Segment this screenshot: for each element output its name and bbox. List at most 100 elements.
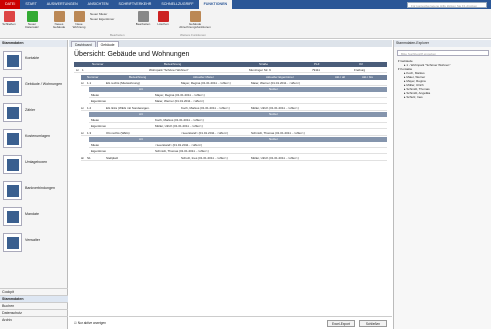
- billing-functions-label: Gebäude Abrechnungsfunktionen: [179, 22, 211, 30]
- col-nummer[interactable]: Nummer: [92, 62, 104, 67]
- unit-row[interactable]: ⊟ 1.2 EG links (WEG mit Sondereigen. Koc…: [81, 106, 387, 111]
- nav-item-mandate[interactable]: Mandate: [0, 204, 68, 230]
- col-nutzer[interactable]: Nutzer: [269, 137, 278, 142]
- nav-item-verwalter[interactable]: Verwalter: [0, 230, 68, 256]
- nested-row[interactable]: Eigentümer Schmidt, Thomas (01.01.2011 -…: [89, 149, 387, 154]
- nested-nutzer: Koch, Markus (01.01.2011 - <offen>): [155, 118, 204, 122]
- col-art[interactable]: Art: [139, 112, 143, 117]
- nav-item-bankverbindungen[interactable]: Bankverbindungen: [0, 178, 68, 204]
- unit-row[interactable]: ⊞ S1 Stellplatz Schulz, Ines (01.01.2011…: [81, 156, 387, 161]
- new-owner-button[interactable]: Neuer Eigentümer: [90, 17, 114, 21]
- expand-icon[interactable]: ⊞: [81, 156, 84, 161]
- apartment-icon: [73, 11, 85, 22]
- building-nummer: 1: [82, 68, 84, 72]
- tree-node-contact[interactable]: ▸ Schulz, Ines: [404, 95, 423, 99]
- unit-mieter: <Leerstand> (01.01.2011 - <offen>): [181, 131, 229, 135]
- unit-eigentuemer: Müller, Ulrich (01.01.2011 - <offen>): [251, 106, 299, 110]
- nav-cockpit[interactable]: Cockpit: [0, 288, 68, 295]
- excel-export-button[interactable]: Excel-Export: [327, 320, 355, 327]
- new-record-label: Neuer Datensatz: [25, 22, 39, 30]
- new-building-label: Neues Gebäude: [52, 22, 66, 30]
- col-unit-nummer[interactable]: Nummer: [87, 75, 99, 80]
- nav-item-zaehler[interactable]: Zähler: [0, 100, 68, 126]
- tab-ansichten[interactable]: ANSICHTEN: [83, 0, 114, 9]
- nav-item-label: Verwalter: [25, 238, 40, 242]
- unit-row[interactable]: ⊟ 1.3 OG rechts (WEG) <Leerstand> (01.01…: [81, 131, 387, 136]
- collapse-icon[interactable]: ⊟: [76, 68, 79, 73]
- nav-item-gebaeude[interactable]: Gebäude / Wohnungen: [0, 74, 68, 100]
- explorer-search-input[interactable]: Bitte Suchbegriff eingeben: [397, 50, 489, 56]
- tab-schnellzugriff[interactable]: SCHNELLZUGRIFF: [156, 0, 198, 9]
- col-nutzer[interactable]: Nutzer: [269, 87, 278, 92]
- pencil-icon: [137, 11, 149, 22]
- building-row[interactable]: ⊟ 1 Wohnpark "Schöner Wohnen" Munzinger …: [74, 68, 387, 73]
- nested-header: Art Nutzer: [89, 137, 387, 142]
- col-plz[interactable]: PLZ: [314, 62, 320, 67]
- building-ort: Freiburg: [354, 68, 366, 72]
- col-unit-mieter[interactable]: Aktueller Mieter: [193, 75, 214, 80]
- collapse-icon[interactable]: ⊟: [81, 106, 84, 111]
- unit-row[interactable]: ⊟ 1.1 EG rechts (Mietwohnung) Mayer, Reg…: [81, 81, 387, 86]
- nav-title: Stammdaten: [0, 40, 67, 47]
- col-bezeichnung[interactable]: Bezeichnung: [164, 62, 181, 67]
- new-apartment-button[interactable]: Neue Wohnung: [70, 11, 88, 30]
- tab-schriftverkehr[interactable]: SCHRIFTVERKEHR: [113, 0, 156, 9]
- col-unit-eigentuemer[interactable]: Aktueller Eigentümer: [266, 75, 294, 80]
- nested-row[interactable]: Eigentümer Maier, Werner (01.01.2011 - <…: [89, 99, 387, 104]
- nested-art: Eigentümer: [91, 99, 107, 103]
- tab-start[interactable]: START: [20, 0, 41, 9]
- unit-bezeichnung: EG rechts (Mietwohnung): [106, 81, 141, 85]
- tab-auswertungen[interactable]: AUSWERTUNGEN: [42, 0, 83, 9]
- col-art[interactable]: Art: [139, 87, 143, 92]
- nested-row[interactable]: Mieter Mayer, Regina (01.01.2011 - <offe…: [89, 93, 387, 98]
- delete-button[interactable]: Löschen: [156, 11, 170, 26]
- cost-icon: [3, 129, 22, 148]
- nested-nutzer: Schmidt, Thomas (01.01.2011 - <offen>): [155, 149, 209, 153]
- unit-nummer: 1.2: [87, 106, 92, 110]
- new-building-button[interactable]: Neues Gebäude: [50, 11, 68, 30]
- tab-dashboard[interactable]: Dashboard: [71, 41, 96, 47]
- unit-nummer: 1.1: [87, 81, 92, 85]
- nested-row[interactable]: Mieter <Leerstand> (01.01.2011 - <offen>…: [89, 143, 387, 148]
- unit-eigentuemer: Müller, Ulrich (01.01.2011 - <offen>): [251, 156, 299, 160]
- contacts-icon: [3, 51, 22, 70]
- col-strasse[interactable]: Straße: [259, 62, 268, 67]
- new-tenant-button[interactable]: Neuer Mieter: [90, 12, 107, 16]
- unit-mieter: Mayer, Regina (01.01.2011 - <offen>): [181, 81, 231, 85]
- help-search-input[interactable]: Für kontextbezogene Hilfe klicken Sie F1…: [407, 1, 487, 8]
- col-unit-ab[interactable]: Akt.r ab: [335, 75, 345, 80]
- collapse-icon[interactable]: ⊟: [81, 131, 84, 136]
- nav-buchen[interactable]: Buchen: [0, 302, 68, 309]
- nav-stammdaten[interactable]: Stammdaten: [0, 295, 68, 302]
- col-ort[interactable]: Ort: [359, 62, 363, 67]
- nav-item-umlageboxen[interactable]: Umlageboxen: [0, 152, 68, 178]
- col-nutzer[interactable]: Nutzer: [269, 112, 278, 117]
- edit-button[interactable]: Bearbeiten: [134, 11, 152, 26]
- tab-datei[interactable]: DATEI: [0, 0, 21, 9]
- nested-nutzer: <Leerstand> (01.01.2011 - <offen>): [155, 143, 203, 147]
- nav-item-kontakte[interactable]: Kontakte: [0, 48, 68, 74]
- nested-art: Mieter: [91, 93, 100, 97]
- box-icon: [3, 155, 22, 174]
- document-footer: ☑ Nur aktive anzeigen Excel-Export Schli…: [69, 316, 392, 329]
- tab-gebaeude[interactable]: Gebäude: [96, 41, 119, 47]
- nav-item-kostenumlagen[interactable]: Kostenumlagen: [0, 126, 68, 152]
- collapse-icon[interactable]: ⊟: [81, 81, 84, 86]
- left-nav: Stammdaten Kontakte Gebäude / Wohnungen …: [0, 40, 68, 329]
- active-only-checkbox[interactable]: ☑ Nur aktive anzeigen: [74, 321, 106, 325]
- new-record-button[interactable]: Neuer Datensatz: [22, 11, 42, 30]
- nav-datenschutz[interactable]: Datenschutz: [0, 309, 68, 316]
- close-button[interactable]: Schließen: [2, 11, 16, 26]
- col-art[interactable]: Art: [139, 137, 143, 142]
- nav-archiv[interactable]: Archiv: [0, 316, 68, 323]
- close-document-button[interactable]: Schließen: [359, 320, 387, 327]
- col-unit-bis[interactable]: Akt.r bis: [362, 75, 373, 80]
- billing-functions-button[interactable]: Gebäude Abrechnungsfunktionen: [178, 11, 212, 30]
- nested-row[interactable]: Eigentümer Müller, Ulrich (01.01.2011 - …: [89, 124, 387, 129]
- building-plz: 79111: [312, 68, 320, 72]
- edit-label: Bearbeiten: [135, 22, 151, 26]
- nested-nutzer: Müller, Ulrich (01.01.2011 - <offen>): [155, 124, 203, 128]
- tab-funktionen[interactable]: FUNKTIONEN: [198, 0, 233, 9]
- col-unit-bezeichnung[interactable]: Bezeichnung: [129, 75, 146, 80]
- nested-row[interactable]: Mieter Koch, Markus (01.01.2011 - <offen…: [89, 118, 387, 123]
